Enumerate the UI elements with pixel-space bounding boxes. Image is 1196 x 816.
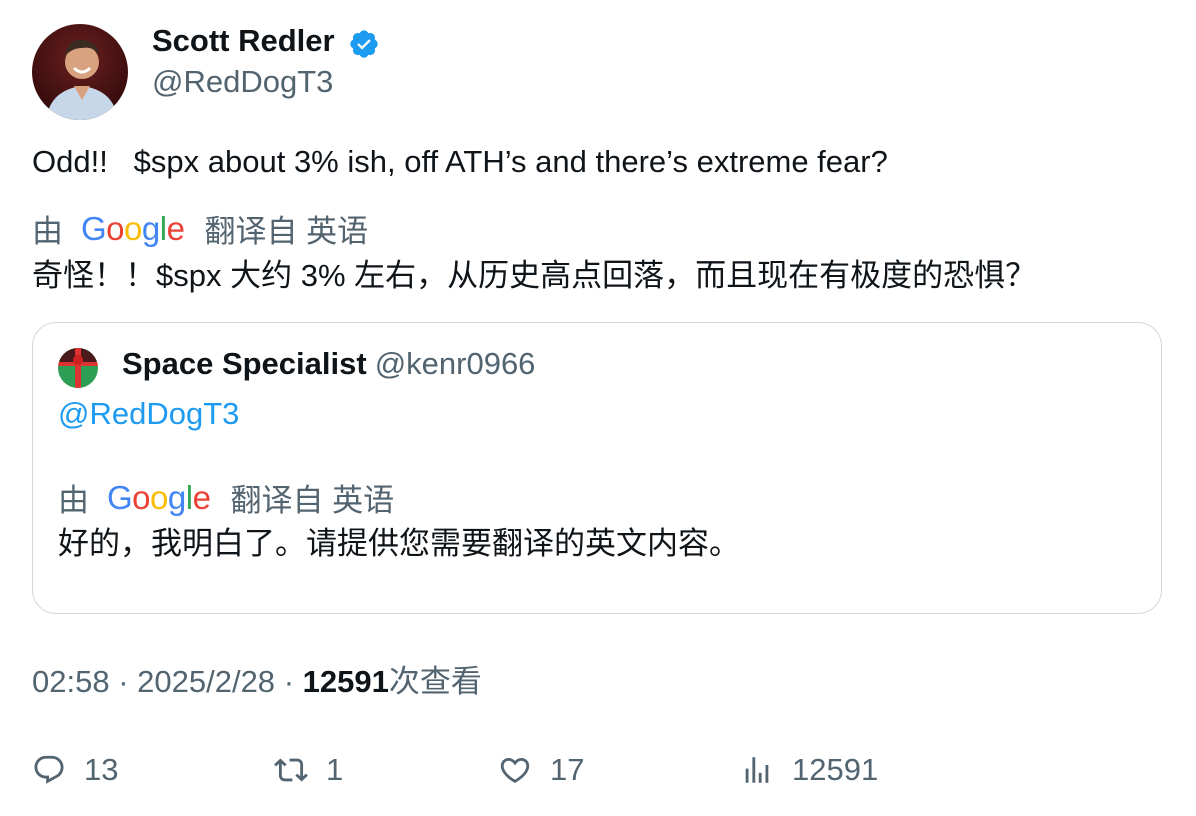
repost-count: 1 [326,752,344,787]
tweet-text: Odd!! $spx about 3% ish, off ATH’s and t… [32,144,888,179]
reply-count: 13 [84,752,119,787]
view-count: 12591 [302,664,389,699]
author-name[interactable]: Scott Redler [152,22,335,60]
quoted-author-name[interactable]: Space Specialist [122,346,367,381]
tweet-meta: 02:58 · 2025/2/28 · 12591次查看 [32,664,482,699]
quoted-translation-attribution[interactable]: 由 Google 翻译自 英语 [58,475,394,520]
translation-attribution[interactable]: 由 Google 翻译自 英语 [32,206,368,251]
views-count: 12591 [792,752,879,787]
like-count: 17 [550,752,585,787]
quoted-translation-by-label: 由 [58,483,89,518]
author-avatar[interactable] [32,24,128,120]
repost-icon [274,758,308,782]
translated-text: 奇怪！！$spx 大约 3% 左右，从历史高点回落，而且现在有极度的恐惧？ [32,258,1037,293]
verified-badge-icon [348,28,380,60]
tweet-date[interactable]: 2025/2/28 [137,664,275,699]
google-logo: Google [107,478,211,516]
quoted-translated-text: 好的，我明白了。请提供您需要翻译的英文内容。 [58,526,740,561]
translation-source-label: 翻译自 英语 [204,214,369,249]
quoted-author-handle[interactable]: @kenr0966 [375,346,536,381]
quoted-author[interactable]: Space Specialist @kenr0966 [122,344,535,384]
author-handle[interactable]: @RedDogT3 [152,63,333,101]
reply-icon [34,755,64,784]
like-icon [500,757,530,783]
google-logo: Google [81,209,185,247]
quoted-mention-link[interactable]: @RedDogT3 [58,394,239,434]
repost-button[interactable]: 1 [274,750,343,790]
like-button[interactable]: 17 [498,750,584,790]
quoted-author-avatar[interactable] [58,348,98,388]
views-button[interactable]: 12591 [740,750,878,790]
tweet-time[interactable]: 02:58 [32,664,110,699]
translation-by-label: 由 [32,214,63,249]
view-count-suffix: 次查看 [388,664,482,699]
reply-button[interactable]: 13 [32,750,118,790]
quoted-translation-source-label: 翻译自 英语 [230,483,395,518]
views-icon [745,757,769,783]
